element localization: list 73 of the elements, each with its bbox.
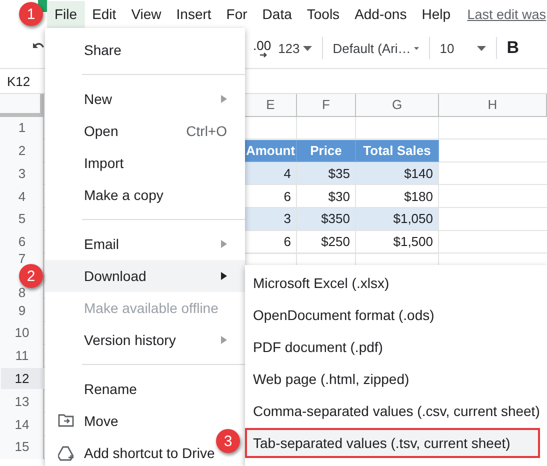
menu-bar-item[interactable]: File [47, 0, 85, 28]
row-header[interactable]: 14 [0, 420, 44, 430]
table-cell: $350 [297, 208, 356, 231]
submenu-item[interactable]: Comma-separated values (.csv, current sheet) [245, 395, 540, 427]
column-heading-cell: Total Sales [356, 140, 439, 162]
menu-item[interactable]: Add shortcut to Drive [45, 437, 215, 466]
column-header[interactable]: H [439, 94, 547, 117]
undo-icon[interactable] [32, 41, 44, 51]
select-all-corner[interactable] [0, 94, 44, 117]
row-header[interactable]: 4 [0, 192, 44, 202]
menu-bar-item[interactable]: Help [414, 0, 458, 28]
shortcut-label: Ctrl+O [186, 123, 227, 139]
row-header[interactable]: 12 [0, 368, 44, 390]
menu-item[interactable]: Share [45, 34, 122, 66]
step-badge: 2 [19, 264, 43, 288]
row-header[interactable]: 15 [0, 442, 44, 452]
menu-item[interactable]: Download [45, 260, 245, 292]
name-box[interactable]: K12 [7, 74, 30, 88]
menu-bar-item[interactable]: Add-ons [347, 0, 414, 28]
submenu-item[interactable]: Web page (.html, zipped) [245, 363, 540, 395]
menu-item[interactable]: Make a copy [45, 179, 164, 211]
column-header[interactable]: F [297, 94, 356, 117]
table-cell: $1,500 [356, 230, 439, 254]
row-header[interactable]: 5 [0, 214, 44, 224]
row-header[interactable]: 8 [0, 288, 44, 298]
bold-button[interactable]: B [502, 34, 524, 62]
row-header[interactable]: 6 [0, 237, 44, 248]
row-header[interactable]: 7 [0, 254, 44, 264]
number-format-button[interactable]: 123 [274, 36, 316, 60]
menu-item[interactable]: Open Ctrl+O [45, 115, 245, 147]
menu-bar-item[interactable]: Data [254, 0, 300, 28]
submenu-item[interactable]: Microsoft Excel (.xlsx) [245, 267, 540, 299]
column-header[interactable]: E [245, 94, 297, 117]
table-cell: $250 [297, 230, 356, 254]
row-header[interactable]: 13 [0, 396, 44, 407]
menu-bar-item[interactable]: Tools [299, 0, 348, 28]
row-header[interactable]: 2 [0, 146, 44, 156]
menu-bar-item[interactable]: For [218, 0, 255, 28]
submenu-item[interactable]: PDF document (.pdf) [245, 331, 540, 363]
menu-item[interactable]: Import [45, 147, 124, 179]
row-header[interactable]: 9 [0, 306, 44, 316]
table-cell: $35 [297, 162, 356, 186]
menu-bar-item[interactable]: Insert [168, 0, 219, 28]
submenu-item[interactable]: Tab-separated values (.tsv, current sheet) [245, 428, 540, 458]
last-edit-link[interactable]: Last edit was [467, 6, 546, 22]
menu-bar-item[interactable]: View [124, 0, 169, 28]
caret-icon [302, 46, 312, 50]
column-header[interactable]: G [356, 94, 439, 117]
row-header[interactable]: 10 [0, 328, 44, 338]
menu-item[interactable]: Rename [45, 373, 137, 405]
increase-decimal-button[interactable]: .00 [250, 34, 274, 62]
menu-item[interactable]: New [45, 83, 245, 115]
table-cell: 3 [245, 208, 297, 231]
font-dropdown[interactable]: Default (Ari… [328, 36, 423, 60]
table-cell: 4 [245, 162, 297, 186]
table-cell: $1,050 [356, 208, 439, 231]
step-badge: 1 [19, 2, 43, 26]
menu-item[interactable]: Version history [45, 324, 245, 356]
column-heading-cell: Amount [245, 140, 297, 162]
drive-shortcut-icon [58, 446, 75, 461]
submenu-item[interactable]: OpenDocument format (.ods) [245, 299, 540, 331]
menu-bar-item[interactable]: Edit [84, 0, 124, 28]
row-header[interactable]: 3 [0, 168, 44, 179]
menu-item[interactable]: Email [45, 228, 245, 260]
menu-item[interactable]: Move [45, 405, 118, 437]
font-size-dropdown[interactable]: 10 [436, 36, 490, 60]
caret-icon [414, 46, 419, 50]
folder-icon [58, 414, 74, 427]
row-header[interactable]: 1 [0, 123, 44, 134]
column-heading-cell: Price [297, 140, 356, 162]
row-header[interactable]: 11 [0, 351, 44, 362]
caret-icon [476, 46, 486, 50]
table-cell: $140 [356, 162, 439, 186]
